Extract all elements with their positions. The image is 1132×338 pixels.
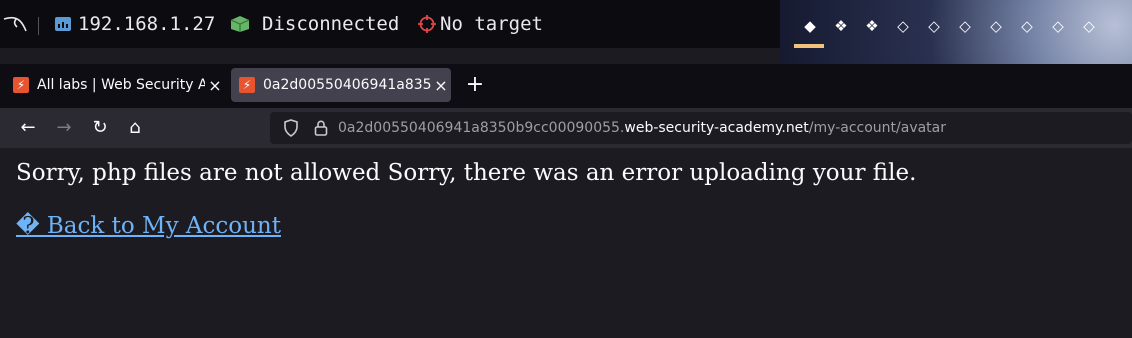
tab-close-icon[interactable]: × xyxy=(431,76,451,95)
tracking-shield-icon[interactable] xyxy=(280,119,302,137)
page-content: Sorry, php files are not allowed Sorry, … xyxy=(0,148,1132,338)
kali-menu-button[interactable] xyxy=(2,0,28,48)
ip-address: 192.168.1.27 xyxy=(78,13,216,35)
panel-separator xyxy=(38,17,39,35)
back-to-account-link[interactable]: � Back to My Account xyxy=(16,213,281,239)
upload-error-message: Sorry, php files are not allowed Sorry, … xyxy=(16,160,917,186)
back-icon[interactable]: ← xyxy=(14,114,42,142)
network-icon xyxy=(55,17,71,31)
tab-all-labs[interactable]: ⚡ All labs | Web Security Academy × xyxy=(5,68,225,102)
workspace-5[interactable]: ◇ xyxy=(924,14,944,38)
workspace-10[interactable]: ◇ xyxy=(1079,14,1099,38)
workspace-3[interactable]: ❖ xyxy=(862,14,882,38)
browser-nav-bar: ← → ↻ ⌂ 0a2d00550406941a8350b9cc00090055… xyxy=(0,108,1132,148)
tab-active-lab[interactable]: ⚡ 0a2d00550406941a8350b9cc00090055.web-s… xyxy=(231,68,451,102)
crosshair-icon xyxy=(418,15,436,33)
forward-icon[interactable]: → xyxy=(50,114,78,142)
tab-close-icon[interactable]: × xyxy=(205,76,225,95)
active-workspace-indicator xyxy=(794,44,824,48)
url-host: web-security-academy.net xyxy=(624,120,809,136)
vpn-status: Disconnected xyxy=(262,13,400,35)
reload-icon[interactable]: ↻ xyxy=(86,114,114,142)
workspace-8[interactable]: ◇ xyxy=(1017,14,1037,38)
address-bar[interactable]: 0a2d00550406941a8350b9cc00090055.web-sec… xyxy=(270,112,1132,144)
desktop-panel: 192.168.1.27 Disconnected No target ◆ ❖ … xyxy=(0,0,1132,64)
workspace-7[interactable]: ◇ xyxy=(986,14,1006,38)
url-subdomain: 0a2d00550406941a8350b9cc00090055. xyxy=(338,120,625,136)
workspace-2[interactable]: ❖ xyxy=(831,14,851,38)
home-icon[interactable]: ⌂ xyxy=(121,114,149,142)
kali-dragon-icon xyxy=(3,16,27,32)
lock-icon[interactable] xyxy=(310,119,332,137)
vpn-box-icon xyxy=(230,16,250,32)
browser-tab-bar: ⚡ All labs | Web Security Academy × ⚡ 0a… xyxy=(0,64,1132,108)
url-text[interactable]: 0a2d00550406941a8350b9cc00090055.web-sec… xyxy=(338,120,946,136)
tab-title: All labs | Web Security Academy xyxy=(37,77,205,93)
workspace-1[interactable]: ◆ xyxy=(800,14,820,38)
workspace-6[interactable]: ◇ xyxy=(955,14,975,38)
burp-favicon-icon: ⚡ xyxy=(239,77,255,93)
vpn-indicator[interactable]: Disconnected xyxy=(230,0,399,48)
ip-indicator[interactable]: 192.168.1.27 xyxy=(54,0,215,48)
new-tab-button[interactable]: + xyxy=(462,72,488,98)
workspace-4[interactable]: ◇ xyxy=(893,14,913,38)
burp-favicon-icon: ⚡ xyxy=(13,77,29,93)
target-label: No target xyxy=(440,13,543,35)
url-path: /my-account/avatar xyxy=(808,120,947,136)
workspace-9[interactable]: ◇ xyxy=(1048,14,1068,38)
target-indicator[interactable]: No target xyxy=(418,0,543,48)
tab-title: 0a2d00550406941a8350b9cc00090055.web-sec… xyxy=(263,77,431,93)
